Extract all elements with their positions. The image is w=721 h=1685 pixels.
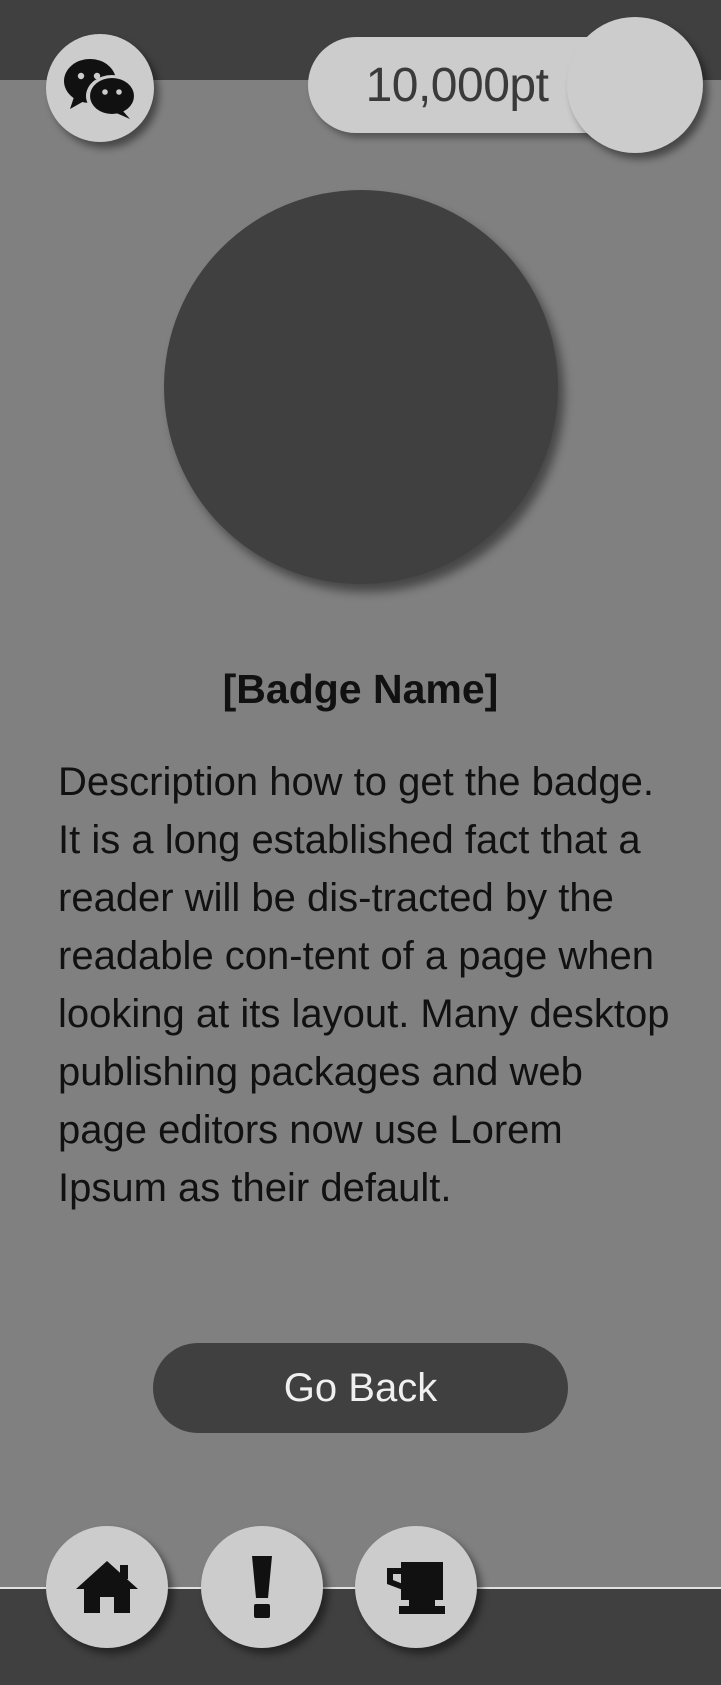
trophy-icon	[385, 1558, 447, 1616]
nav-home-button[interactable]	[46, 1526, 168, 1648]
badge-name: [Badge Name]	[222, 666, 499, 712]
chat-button[interactable]	[46, 34, 154, 142]
go-back-button[interactable]: Go Back	[153, 1343, 568, 1433]
nav-alert-button[interactable]	[201, 1526, 323, 1648]
badge-image	[164, 190, 558, 584]
home-icon	[74, 1559, 140, 1615]
avatar-button[interactable]	[567, 17, 703, 153]
badge-description: Description how to get the badge. It is …	[58, 760, 670, 1210]
nav-trophy-button[interactable]	[355, 1526, 477, 1648]
exclamation-icon	[248, 1554, 276, 1620]
points-value: 10,000pt	[365, 58, 549, 112]
wechat-icon	[60, 55, 140, 121]
